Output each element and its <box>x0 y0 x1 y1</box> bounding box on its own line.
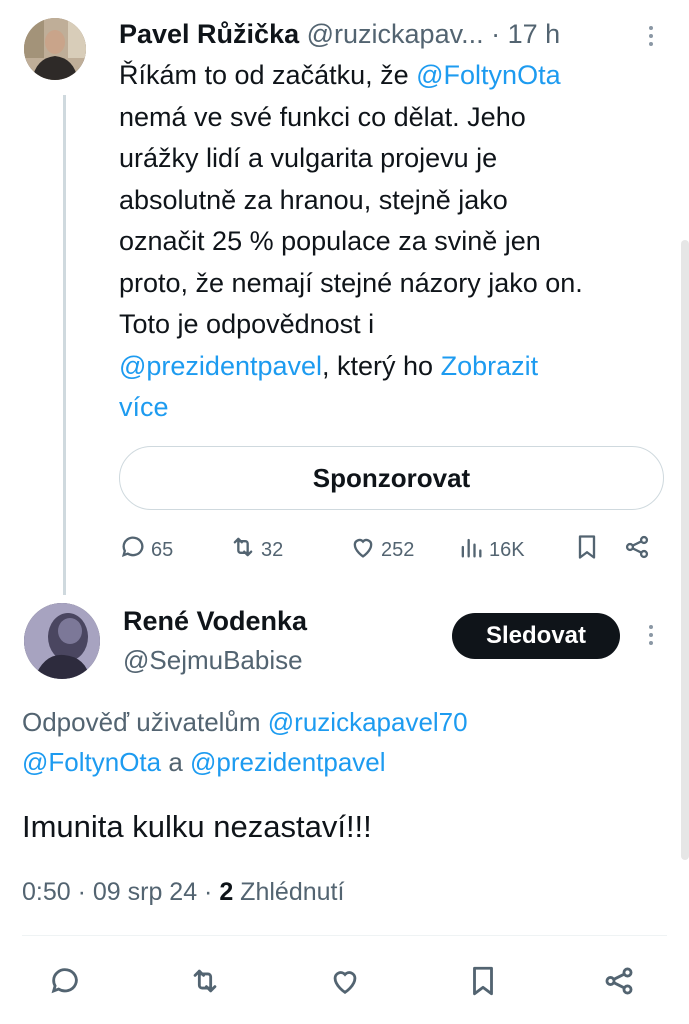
tweet-link[interactable]: @prezidentpavel <box>119 351 322 381</box>
tweet-text-segment: Toto je odpovědnost i <box>119 309 375 339</box>
reply-more-options-icon[interactable] <box>647 625 655 645</box>
tweet-header: Pavel Růžička @ruzickapav... · 17 h <box>119 16 560 52</box>
tweet-text-segment: absolutně za hranou, stejně jako <box>119 184 508 215</box>
tweet-text-line: nemá ve své funkci co dělat. Jeho <box>119 97 667 139</box>
tweet-text-line: urážky lidí a vulgarita projevu je <box>119 138 667 180</box>
like-action[interactable]: 252 <box>349 533 414 567</box>
tweet-text-segment: nemá ve své funkci co dělat. Jeho <box>119 101 526 132</box>
tweet-text-segment: , který ho <box>322 350 441 381</box>
reply-views-label: Zhlédnutí <box>233 878 345 906</box>
tweet-text-line: Říkám to od začátku, že @FoltynOta <box>119 55 667 97</box>
follow-button[interactable]: Sledovat <box>452 613 620 659</box>
like-button[interactable] <box>328 964 362 1003</box>
like-count: 252 <box>381 538 415 561</box>
tweet-text-segment: Říkám to od začátku, že <box>119 60 417 90</box>
mention-foltynota[interactable]: @FoltynOta <box>22 747 161 777</box>
reply-text: Imunita kulku nezastaví!!! <box>22 809 372 844</box>
share-button[interactable] <box>602 964 636 1003</box>
reply-author-handle[interactable]: @SejmuBabise <box>123 643 303 677</box>
reply-action[interactable]: 65 <box>119 533 173 567</box>
retweet-icon <box>229 533 257 567</box>
more-options-icon[interactable] <box>647 26 655 46</box>
tweet-text-line: @prezidentpavel, který ho Zobrazit <box>119 346 667 388</box>
author-avatar[interactable] <box>24 18 86 80</box>
share-action[interactable] <box>623 533 651 567</box>
heart-icon <box>328 971 362 1002</box>
reply-count: 65 <box>151 538 174 561</box>
reply-to-joiner: a <box>161 747 191 777</box>
mention-prezidentpavel[interactable]: @prezidentpavel <box>190 747 386 777</box>
divider <box>22 935 667 936</box>
thread-line <box>63 95 66 595</box>
tweet-text-segment: označit 25 % populace za svině jen <box>119 226 541 256</box>
mention-ruzickapavel70[interactable]: @ruzickapavel70 <box>268 707 468 737</box>
tweet-link[interactable]: Zobrazit <box>441 351 539 381</box>
tweet-link[interactable]: @FoltynOta <box>416 60 560 90</box>
reply-views-count: 2 <box>219 878 234 906</box>
bookmark-icon <box>573 533 601 567</box>
retweet-action[interactable]: 32 <box>229 533 283 567</box>
reply-to-prefix: Odpověď uživatelům <box>22 707 268 737</box>
tweet-text: Říkám to od začátku, že @FoltynOta nemá v… <box>119 55 667 429</box>
share-icon <box>602 967 636 1002</box>
bookmark-button[interactable] <box>466 964 500 1003</box>
speech-bubble-icon <box>48 968 82 1002</box>
tweet-link[interactable]: více <box>119 392 169 422</box>
reply-timestamp[interactable]: 0:50 · 09 srp 24 · <box>22 878 219 906</box>
tweet-text-line: Toto je odpovědnost i <box>119 304 667 346</box>
reply-meta: 0:50 · 09 srp 24 · 2 Zhlédnutí <box>22 872 344 912</box>
speech-bubble-icon <box>119 533 147 567</box>
bookmark-action[interactable] <box>573 533 601 567</box>
heart-icon <box>349 533 377 567</box>
tweet-text-line: absolutně za hranou, stejně jako <box>119 180 667 222</box>
tweet-text-segment: proto, že nemají stejné názory jako on. <box>119 267 583 298</box>
tweet-text-line: více <box>119 387 667 429</box>
tweet-text-segment: urážky lidí a vulgarita projevu je <box>119 143 498 173</box>
reply-author-avatar[interactable] <box>24 603 100 679</box>
retweet-count: 32 <box>261 538 284 561</box>
tweet-text-line: proto, že nemají stejné názory jako on. <box>119 263 667 305</box>
reply-button[interactable] <box>48 964 82 1003</box>
views-action[interactable]: 16K <box>457 533 525 567</box>
author-name[interactable]: Pavel Růžička <box>119 19 299 49</box>
retweet-button[interactable] <box>188 964 222 1003</box>
retweet-icon <box>188 969 222 1002</box>
views-count: 16K <box>489 538 525 561</box>
tweet-text-line: označit 25 % populace za svině jen <box>119 221 667 263</box>
sponsor-button[interactable]: Sponzorovat <box>119 446 664 510</box>
author-handle[interactable]: @ruzickapav... <box>307 19 484 49</box>
bookmark-icon <box>466 966 500 1002</box>
scrollbar[interactable] <box>681 240 689 860</box>
bar-chart-icon <box>457 533 485 567</box>
reply-to-line: Odpověď uživatelům @ruzickapavel70 @Folt… <box>22 702 662 782</box>
tweet-time[interactable]: · 17 h <box>491 19 560 49</box>
reply-author-name[interactable]: René Vodenka <box>123 603 307 639</box>
share-icon <box>623 533 651 567</box>
